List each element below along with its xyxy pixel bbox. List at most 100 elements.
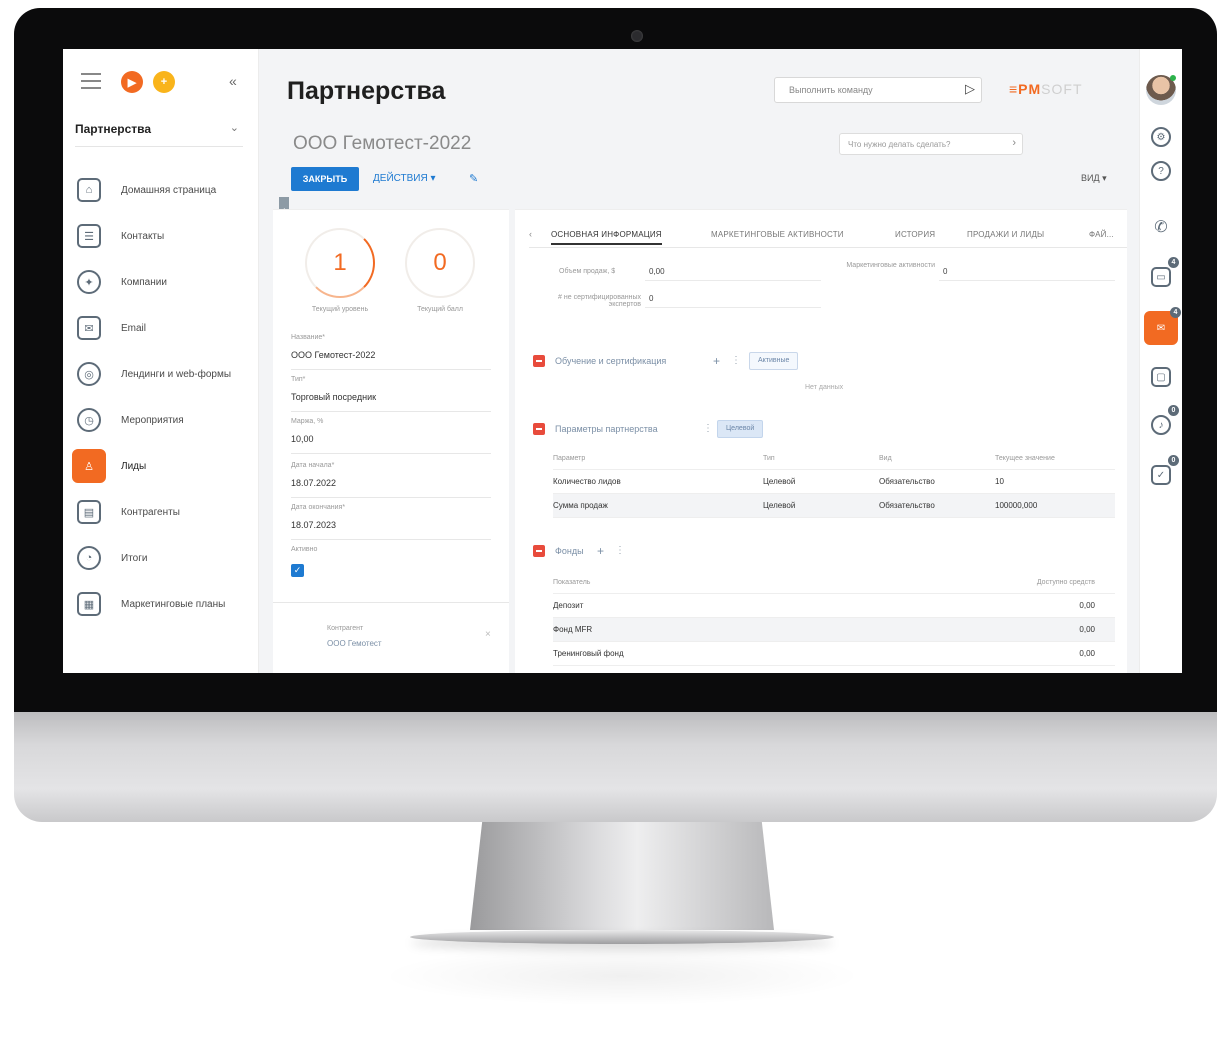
section-title: Параметры партнерства bbox=[555, 424, 658, 434]
email-icon: ✉ bbox=[77, 316, 101, 340]
sidebar-item-leads[interactable]: ♙ Лиды bbox=[72, 443, 247, 489]
sidebar-item-label: Домашняя страница bbox=[121, 184, 217, 196]
field-margin[interactable]: Маржа, % 10,00 bbox=[291, 418, 491, 454]
tab-files[interactable]: ФАЙ... bbox=[1089, 230, 1114, 239]
collapse-section-icon[interactable] bbox=[533, 355, 545, 367]
next-step-input[interactable]: Что нужно делать сделать? › bbox=[839, 133, 1023, 155]
column-header[interactable]: Доступно средств bbox=[1037, 579, 1095, 586]
empty-state: Нет данных bbox=[805, 384, 844, 391]
column-header[interactable]: Тип bbox=[763, 455, 775, 462]
tab-main-info[interactable]: ОСНОВНАЯ ИНФОРМАЦИЯ bbox=[551, 230, 662, 245]
sidebar-item-totals[interactable]: ◔ Итоги bbox=[77, 535, 247, 581]
help-icon[interactable]: ? bbox=[1151, 161, 1171, 181]
table-row[interactable]: Сумма продаж Целевой Обязательство 10000… bbox=[553, 494, 1115, 518]
sidebar-item-label: Мероприятия bbox=[121, 414, 184, 426]
chevron-right-icon: › bbox=[1012, 137, 1016, 149]
table-cell: Целевой bbox=[763, 501, 796, 510]
main-content: Партнерства Выполнить команду ▷ ≡PMSOFT … bbox=[259, 49, 1139, 673]
tabs-scroll-left-icon[interactable]: ‹ bbox=[529, 229, 532, 239]
current-level-label: Текущий уровень bbox=[311, 306, 369, 313]
collapse-sidebar-icon[interactable]: « bbox=[229, 73, 237, 89]
sidebar-item-events[interactable]: ◷ Мероприятия bbox=[77, 397, 247, 443]
chat-icon[interactable]: ▢ bbox=[1151, 367, 1171, 387]
tab-sales-and-leads[interactable]: ПРОДАЖИ И ЛИДЫ bbox=[967, 230, 1044, 239]
table-row[interactable]: Фонд MFR 0,00 bbox=[553, 618, 1115, 642]
sidebar-item-marketing-plans[interactable]: ▦ Маркетинговые планы bbox=[77, 581, 247, 627]
logo-tail: SOFT bbox=[1041, 81, 1083, 97]
more-icon[interactable]: ⋮ bbox=[731, 355, 741, 366]
active-checkbox[interactable]: ✓ bbox=[291, 564, 304, 577]
gear-icon[interactable]: ⚙ bbox=[1151, 127, 1171, 147]
field-start-date[interactable]: Дата начала* 18.07.2022 bbox=[291, 462, 491, 498]
sidebar-item-landings[interactable]: ◎ Лендинги и web-формы bbox=[77, 351, 247, 397]
field-value: ООО Гемотест-2022 bbox=[291, 350, 376, 360]
close-icon[interactable]: × bbox=[485, 629, 491, 640]
collapse-section-icon[interactable] bbox=[533, 423, 545, 435]
table-cell: Количество лидов bbox=[553, 477, 621, 486]
more-icon[interactable]: ⋮ bbox=[615, 545, 625, 556]
add-icon[interactable]: + bbox=[713, 354, 720, 368]
section-title: Обучение и сертификация bbox=[555, 356, 667, 366]
page-title: Партнерства bbox=[287, 77, 446, 105]
params-table: Параметр Тип Вид Текущее значение Количе… bbox=[553, 450, 1115, 518]
tasks-icon[interactable]: ✓ bbox=[1151, 465, 1171, 485]
table-cell: Тренинговый фонд bbox=[553, 649, 624, 658]
table-row[interactable]: Тренинговый фонд 0,00 bbox=[553, 642, 1115, 666]
contact-card-icon: ☰ bbox=[77, 224, 101, 248]
sidebar-item-contacts[interactable]: ☰ Контакты bbox=[77, 213, 247, 259]
actions-button[interactable]: ДЕЙСТВИЯ ▾ bbox=[373, 173, 436, 184]
inbox-icon[interactable]: ▭ bbox=[1151, 267, 1171, 287]
funds-table: Показатель Доступно средств Депозит 0,00… bbox=[553, 574, 1115, 666]
chart-pie-icon: ◔ bbox=[77, 546, 101, 570]
menu-icon[interactable] bbox=[81, 73, 101, 89]
account-link[interactable]: ООО Гемотест bbox=[327, 639, 382, 648]
tab-marketing-activities[interactable]: МАРКЕТИНГОВЫЕ АКТИВНОСТИ bbox=[711, 230, 844, 239]
webcam bbox=[631, 30, 643, 42]
close-button[interactable]: ЗАКРЫТЬ bbox=[291, 167, 359, 191]
table-row[interactable]: Количество лидов Целевой Обязательство 1… bbox=[553, 470, 1115, 494]
sidebar-item-label: Контрагенты bbox=[121, 506, 180, 518]
sidebar-item-label: Лиды bbox=[121, 460, 147, 472]
phone-icon[interactable]: ✆ bbox=[1151, 217, 1171, 237]
table-cell: Целевой bbox=[763, 477, 796, 486]
target-icon: ◎ bbox=[77, 362, 101, 386]
filter-chip[interactable]: Целевой bbox=[717, 420, 764, 438]
column-header[interactable]: Вид bbox=[879, 455, 892, 462]
field-label: Активно bbox=[291, 546, 318, 553]
view-button[interactable]: ВИД ▾ bbox=[1081, 173, 1107, 184]
collapse-section-icon[interactable] bbox=[533, 545, 545, 557]
table-cell: 0,00 bbox=[1079, 625, 1095, 634]
calendar-icon: ▦ bbox=[77, 592, 101, 616]
bell-icon[interactable]: ♪ bbox=[1151, 415, 1171, 435]
column-header[interactable]: Показатель bbox=[553, 579, 590, 586]
command-input[interactable]: Выполнить команду ▷ bbox=[774, 77, 982, 103]
tab-history[interactable]: ИСТОРИЯ bbox=[895, 230, 935, 239]
run-command-icon[interactable]: ▷ bbox=[965, 81, 975, 97]
account-card[interactable]: Контрагент ООО Гемотест × bbox=[273, 602, 509, 673]
sidebar-item-email[interactable]: ✉ Email bbox=[77, 305, 247, 351]
sidebar-top-bar: ▶ + « bbox=[81, 71, 251, 93]
workspace-select[interactable]: Партнерства ⌄ bbox=[75, 117, 243, 147]
column-header[interactable]: Текущее значение bbox=[995, 455, 1055, 462]
column-header[interactable]: Параметр bbox=[553, 455, 585, 462]
field-name[interactable]: Название* ООО Гемотест-2022 bbox=[291, 334, 491, 370]
feed-badge: 4 bbox=[1170, 307, 1181, 318]
more-icon[interactable]: ⋮ bbox=[703, 423, 713, 434]
filter-chip[interactable]: Активные bbox=[749, 352, 799, 370]
clock-icon: ◷ bbox=[77, 408, 101, 432]
field-type[interactable]: Тип* Торговый посредник bbox=[291, 376, 491, 412]
sidebar-item-accounts[interactable]: ▤ Контрагенты bbox=[77, 489, 247, 535]
run-process-button[interactable]: ▶ bbox=[121, 71, 143, 93]
section-partnership-params: Параметры партнерства ⋮ Целевой bbox=[533, 420, 1093, 438]
field-end-date[interactable]: Дата окончания* 18.07.2023 bbox=[291, 504, 491, 540]
sidebar-item-home[interactable]: ⌂ Домашняя страница bbox=[77, 167, 247, 213]
sidebar-item-companies[interactable]: ✦ Компании bbox=[77, 259, 247, 305]
current-score-label: Текущий балл bbox=[417, 306, 463, 313]
workspace-label: Партнерства bbox=[75, 122, 152, 136]
table-row[interactable]: Депозит 0,00 bbox=[553, 594, 1115, 618]
pin-icon[interactable]: ✎ bbox=[469, 172, 478, 185]
uncertified-experts-label: # не сертифицированных экспертов bbox=[558, 294, 641, 308]
add-icon[interactable]: + bbox=[597, 544, 604, 558]
home-icon: ⌂ bbox=[77, 178, 101, 202]
quick-add-button[interactable]: + bbox=[153, 71, 175, 93]
